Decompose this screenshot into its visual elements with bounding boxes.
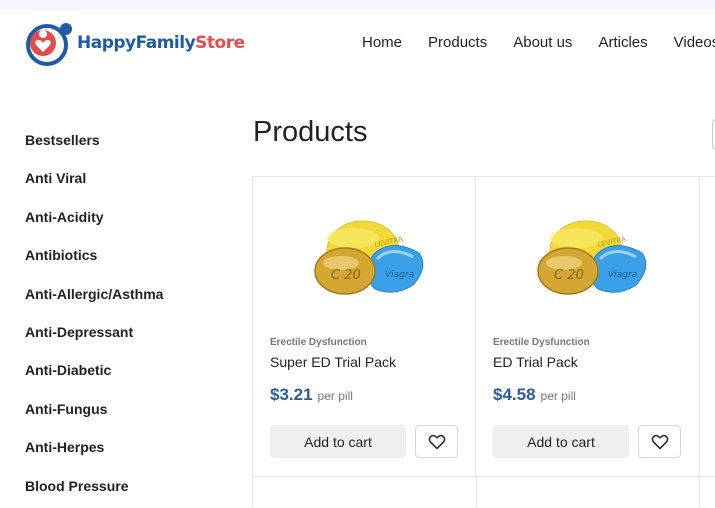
price-amount: $3.21 [270,385,313,404]
logo-text-part2: Store [195,33,245,53]
product-name[interactable]: Super ED Trial Pack [270,354,396,370]
grid-divider [252,477,253,507]
sidebar-item-anti-diabetic[interactable]: Anti-Diabetic [25,354,225,392]
family-heart-logo-icon [25,20,73,66]
page-title: Products [253,116,368,148]
add-to-favorites-button[interactable] [415,425,458,458]
product-image[interactable]: LEVITRA Viagra C 20 [516,211,656,307]
logo-text: HappyFamilyStore [77,33,245,53]
grid-divider [476,477,477,507]
sidebar-item-bestsellers[interactable]: Bestsellers [25,124,225,162]
sidebar-item-anti-acidity[interactable]: Anti-Acidity [25,201,225,239]
price-amount: $4.58 [493,385,536,404]
svg-text:Viagra: Viagra [385,270,414,280]
product-price: $4.58 per pill [493,385,576,405]
nav-articles[interactable]: Articles [598,34,647,51]
svg-text:Viagra: Viagra [608,270,637,280]
nav-videos[interactable]: Videos [674,34,715,51]
main-nav: Home Products About us Articles Videos [362,34,715,51]
heart-outline-icon [651,434,668,449]
price-unit: per pill [540,389,576,403]
sidebar-item-antibiotics[interactable]: Antibiotics [25,239,225,277]
grid-divider [699,477,700,507]
svg-text:C 20: C 20 [554,268,584,283]
top-strip [0,0,715,10]
product-card[interactable]: LEVITRA Viagra C 20 Erectile Dysfunction… [476,177,700,477]
heart-outline-icon [428,434,445,449]
product-card[interactable]: LEVITRA Viagra C 20 Erectile Dysfunction… [252,177,476,477]
product-name[interactable]: ED Trial Pack [493,354,578,370]
category-sidebar: Bestsellers Anti Viral Anti-Acidity Anti… [25,124,225,508]
price-unit: per pill [317,389,353,403]
sidebar-item-anti-herpes[interactable]: Anti-Herpes [25,431,225,469]
product-category: Erectile Dysfunction [270,337,367,348]
product-image[interactable]: LEVITRA Viagra C 20 [293,211,433,307]
svg-text:C 20: C 20 [331,268,361,283]
site-header: HappyFamilyStore Home Products About us … [0,10,715,76]
add-to-cart-button[interactable]: Add to cart [270,425,406,458]
sidebar-item-blood-pressure[interactable]: Blood Pressure [25,470,225,508]
nav-products[interactable]: Products [428,34,487,51]
product-category: Erectile Dysfunction [493,337,590,348]
store-logo[interactable]: HappyFamilyStore [25,20,245,66]
logo-text-part1: HappyFamily [77,33,196,53]
sidebar-item-anti-depressant[interactable]: Anti-Depressant [25,316,225,354]
add-to-favorites-button[interactable] [638,425,681,458]
sidebar-item-anti-viral[interactable]: Anti Viral [25,162,225,200]
sidebar-item-anti-fungus[interactable]: Anti-Fungus [25,393,225,431]
sidebar-item-anti-allergic-asthma[interactable]: Anti-Allergic/Asthma [25,278,225,316]
product-card-partial[interactable] [699,177,715,477]
add-to-cart-button[interactable]: Add to cart [493,425,629,458]
nav-about-us[interactable]: About us [513,34,572,51]
nav-home[interactable]: Home [362,34,402,51]
product-price: $3.21 per pill [270,385,353,405]
product-grid: LEVITRA Viagra C 20 Erectile Dysfunction… [252,176,715,507]
